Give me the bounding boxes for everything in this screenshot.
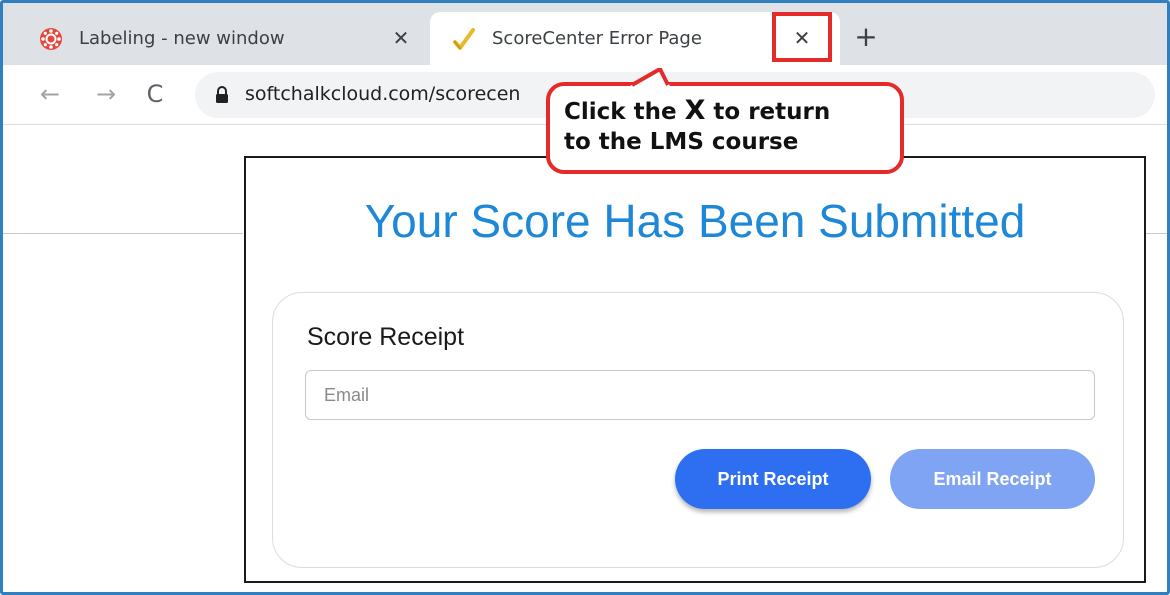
page-divider <box>1146 233 1167 234</box>
callout-text: Click the X to return to the LMS course <box>564 96 830 157</box>
new-tab-button[interactable]: + <box>851 20 881 53</box>
scorecenter-check-icon <box>452 27 476 51</box>
callout-x: X <box>684 95 706 126</box>
instruction-callout: Click the X to return to the LMS course <box>546 82 904 174</box>
url-text: softchalkcloud.com/scorecen <box>245 83 521 105</box>
email-field[interactable] <box>305 370 1095 420</box>
email-receipt-button[interactable]: Email Receipt <box>890 449 1095 509</box>
page-divider <box>3 233 243 234</box>
page-title: Your Score Has Been Submitted <box>364 195 1026 247</box>
callout-line1-prefix: Click the <box>564 99 685 125</box>
forward-arrow-icon[interactable]: → <box>89 77 123 111</box>
receipt-heading: Score Receipt <box>307 323 465 351</box>
lock-icon <box>215 86 229 104</box>
reload-icon[interactable]: C <box>138 77 172 111</box>
tab-strip: Labeling - new window ✕ ScoreCenter Erro… <box>3 3 1167 65</box>
canvas-lms-icon <box>39 27 63 51</box>
callout-pointer <box>630 68 670 87</box>
score-popup-window: Your Score Has Been Submitted Score Rece… <box>244 156 1146 583</box>
close-icon[interactable]: ✕ <box>387 24 415 52</box>
back-arrow-icon[interactable]: ← <box>33 77 67 111</box>
score-receipt-card: Score Receipt Print Receipt Email Receip… <box>272 292 1124 568</box>
print-receipt-button[interactable]: Print Receipt <box>675 449 871 509</box>
close-highlight-box <box>772 12 832 62</box>
callout-line2: to the LMS course <box>564 129 799 155</box>
callout-line1-suffix: to return <box>705 99 831 125</box>
tab-title: Labeling - new window <box>79 28 285 49</box>
tab-labeling[interactable]: Labeling - new window ✕ <box>17 12 427 65</box>
tab-title: ScoreCenter Error Page <box>492 28 702 49</box>
